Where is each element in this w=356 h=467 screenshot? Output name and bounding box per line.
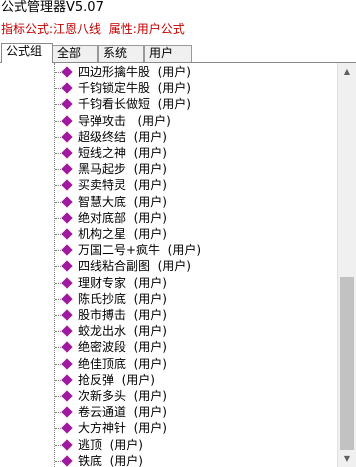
tree-item-label: 买卖特灵 (用户): [78, 178, 167, 193]
diamond-icon: [61, 228, 73, 240]
tree-item[interactable]: 导弹攻击 (用户): [0, 113, 337, 130]
tree-item[interactable]: 绝对底部 (用户): [0, 210, 337, 227]
tree-item[interactable]: 股市搏击 (用户): [0, 307, 337, 324]
tab-system[interactable]: 系统: [98, 45, 144, 62]
tree-item-label: 机构之星 (用户): [78, 227, 167, 241]
tree-item-label: 绝佳顶底 (用户): [78, 356, 167, 371]
tree-item[interactable]: 绝佳顶底 (用户): [0, 356, 337, 373]
tree-item[interactable]: 卷云通道 (用户): [0, 404, 337, 421]
tree-item-label: 四边形擒牛股 (用户): [78, 65, 191, 79]
diamond-icon: [61, 406, 73, 418]
tree-item-label: 四线粘合副图 (用户): [78, 259, 191, 274]
formula-label: 指标公式:: [1, 22, 54, 36]
diamond-icon: [61, 98, 73, 111]
diamond-icon: [61, 293, 73, 305]
diamond-icon: [61, 374, 73, 386]
scroll-down-icon[interactable]: ▼: [338, 450, 356, 467]
diamond-icon: [61, 357, 73, 370]
tree-item-label: 卷云通道 (用户): [78, 405, 167, 420]
diamond-icon: [61, 276, 73, 289]
window-title: 公式管理器V5.07: [1, 0, 104, 15]
tree-item-label: 大方神针 (用户): [78, 421, 167, 436]
tree-item[interactable]: 逃顶 (用户): [0, 437, 337, 454]
tree-item-label: 千钧锁定牛股 (用户): [78, 81, 191, 96]
scroll-up-icon[interactable]: ▲: [338, 63, 356, 80]
tree-item[interactable]: 绝密波段 (用户): [0, 339, 337, 356]
diamond-icon: [61, 455, 73, 467]
tree-item[interactable]: 陈氏抄底 (用户): [0, 291, 337, 308]
diamond-icon: [61, 341, 73, 354]
diamond-icon: [61, 131, 73, 143]
tree-item-label: 抢反弹 (用户): [78, 372, 155, 387]
diamond-icon: [61, 244, 73, 256]
diamond-icon: [61, 114, 73, 127]
diamond-icon: [61, 82, 73, 94]
formula-name: 江恩八线: [53, 22, 102, 36]
diamond-icon: [61, 438, 73, 451]
tree-item-label: 逃顶 (用户): [78, 437, 143, 452]
tree-item[interactable]: 大方神针 (用户): [0, 420, 337, 437]
tree-item[interactable]: 次新多头 (用户): [0, 388, 337, 405]
tree-item[interactable]: 机构之星 (用户): [0, 226, 337, 243]
tab-formula-group[interactable]: 公式组: [1, 43, 53, 63]
tree-item-label: 绝对底部 (用户): [78, 210, 167, 225]
diamond-icon: [61, 422, 73, 435]
tree-item[interactable]: 千钧锁定牛股 (用户): [0, 80, 337, 97]
diamond-icon: [61, 212, 73, 224]
vertical-scrollbar[interactable]: ▲ ▼: [337, 63, 356, 467]
tree-item-label: 陈氏抄底 (用户): [78, 291, 167, 306]
attr-value: 用户公式: [136, 22, 185, 36]
tree-item-label: 理财专家 (用户): [78, 275, 167, 290]
tree-item[interactable]: 四线粘合副图 (用户): [0, 258, 337, 275]
tree-item-label: 智慧大底 (用户): [78, 194, 167, 209]
tree-item[interactable]: 黑马起步 (用户): [0, 161, 337, 178]
tree-item-label: 短线之神 (用户): [78, 146, 167, 160]
diamond-icon: [61, 179, 73, 192]
tree-item[interactable]: 蛟龙出水 (用户): [0, 323, 337, 340]
formula-info-line: 指标公式:江恩八线 属性:用户公式: [0, 20, 356, 38]
diamond-icon: [61, 390, 73, 402]
tab-strip: 公式组 全部 系统 用户: [0, 43, 356, 63]
diamond-icon: [61, 195, 73, 208]
tree-item-label: 蛟龙出水 (用户): [78, 324, 167, 339]
diamond-icon: [61, 309, 73, 321]
tree-item[interactable]: 抢反弹 (用户): [0, 372, 337, 389]
tree-item[interactable]: 超级终结 (用户): [0, 129, 337, 146]
diamond-icon: [61, 260, 73, 273]
diamond-icon: [61, 163, 73, 175]
diamond-icon: [61, 325, 73, 337]
tree-item[interactable]: 理财专家 (用户): [0, 275, 337, 292]
tree-item[interactable]: 短线之神 (用户): [0, 145, 337, 162]
tree-item-label: 万国二号+疯牛 (用户): [78, 243, 202, 258]
formula-info-spacer: [101, 22, 109, 36]
tree-item[interactable]: 千钧看长做短 (用户): [0, 96, 337, 113]
tab-user[interactable]: 用户: [144, 45, 192, 62]
diamond-icon: [61, 147, 73, 159]
tree-item[interactable]: 铁底 (用户): [0, 453, 337, 467]
tree-item-label: 超级终结 (用户): [78, 129, 167, 144]
formula-tree[interactable]: 四边形擒牛股 (用户) 千钧锁定牛股 (用户) 千钧看长做短 (用户) 导弹攻击 (用…: [0, 63, 337, 467]
tree-item[interactable]: 四边形擒牛股 (用户): [0, 64, 337, 81]
tree-item[interactable]: 买卖特灵 (用户): [0, 177, 337, 194]
tree-item-label: 黑马起步 (用户): [78, 162, 167, 177]
tree-item-label: 千钧看长做短 (用户): [78, 97, 191, 112]
attr-label: 属性:: [108, 22, 137, 36]
tree-item-label: 股市搏击 (用户): [78, 308, 167, 322]
tree-item[interactable]: 智慧大底 (用户): [0, 194, 337, 211]
tree-item[interactable]: 万国二号+疯牛 (用户): [0, 242, 337, 259]
tree-item-label: 铁底 (用户): [78, 453, 143, 467]
tree-item-label: 导弹攻击 (用户): [78, 113, 171, 128]
tree-item-label: 绝密波段 (用户): [78, 340, 167, 355]
scroll-thumb[interactable]: [340, 277, 354, 450]
diamond-icon: [61, 66, 73, 78]
tab-all[interactable]: 全部: [52, 45, 98, 62]
tree-item-label: 次新多头 (用户): [78, 389, 167, 403]
